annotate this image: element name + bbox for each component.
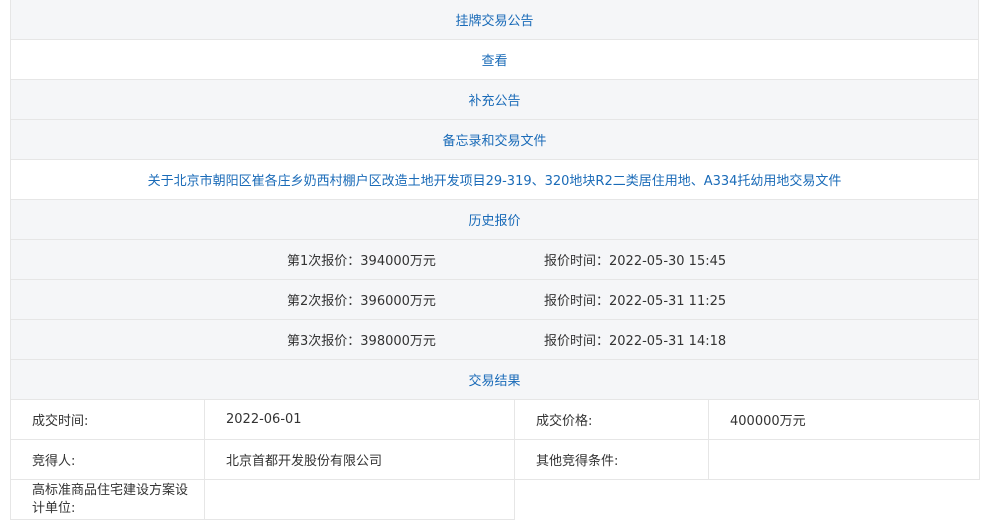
bid-row: 第1次报价：394000万元 报价时间：2022-05-30 15:45 <box>10 240 979 280</box>
winner-label: 竞得人: <box>11 440 205 480</box>
supplement-notice-title: 补充公告 <box>468 94 521 109</box>
empty-cell <box>515 480 980 520</box>
other-conditions-label: 其他竞得条件: <box>515 440 709 480</box>
listing-notice-header: 挂牌交易公告 <box>10 0 979 40</box>
memo-docs-header: 备忘录和交易文件 <box>10 120 979 160</box>
result-header: 交易结果 <box>10 360 979 400</box>
winner-value: 北京首都开发股份有限公司 <box>205 440 515 480</box>
doc-link-row: 关于北京市朝阳区崔各庄乡奶西村棚户区改造土地开发项目29-319、320地块R2… <box>10 160 979 200</box>
bid-time: 报价时间：2022-05-30 15:45 <box>544 254 727 269</box>
listing-notice-title: 挂牌交易公告 <box>455 14 534 29</box>
bid-row: 第3次报价：398000万元 报价时间：2022-05-31 14:18 <box>10 320 979 360</box>
transaction-doc-link[interactable]: 关于北京市朝阳区崔各庄乡奶西村棚户区改造土地开发项目29-319、320地块R2… <box>148 170 842 189</box>
deal-time-label: 成交时间: <box>11 400 205 440</box>
bid-amount: 第1次报价：394000万元 <box>287 254 436 269</box>
view-link-row: 查看 <box>10 40 979 80</box>
bid-amount: 第2次报价：396000万元 <box>287 294 436 309</box>
view-link[interactable]: 查看 <box>481 50 507 69</box>
deal-price-value: 400000万元 <box>709 400 980 440</box>
memo-docs-title: 备忘录和交易文件 <box>442 134 547 149</box>
transaction-detail-table: 挂牌交易公告 查看 补充公告 备忘录和交易文件 关于北京市朝阳区崔各庄乡奶西村棚… <box>10 0 980 520</box>
deal-time-value: 2022-06-01 <box>205 400 515 440</box>
bid-row: 第2次报价：396000万元 报价时间：2022-05-31 11:25 <box>10 280 979 320</box>
bid-amount: 第3次报价：398000万元 <box>287 334 436 349</box>
bid-history-title: 历史报价 <box>468 214 521 229</box>
result-title: 交易结果 <box>468 374 521 389</box>
designer-label: 高标准商品住宅建设方案设计单位: <box>11 480 205 520</box>
bid-history-header: 历史报价 <box>10 200 979 240</box>
other-conditions-value <box>709 440 980 480</box>
supplement-notice-header: 补充公告 <box>10 80 979 120</box>
bid-time: 报价时间：2022-05-31 11:25 <box>544 294 727 309</box>
result-grid: 成交时间: 2022-06-01 成交价格: 400000万元 竞得人: 北京首… <box>10 400 980 520</box>
designer-value <box>205 480 515 520</box>
deal-price-label: 成交价格: <box>515 400 709 440</box>
bid-time: 报价时间：2022-05-31 14:18 <box>544 334 727 349</box>
